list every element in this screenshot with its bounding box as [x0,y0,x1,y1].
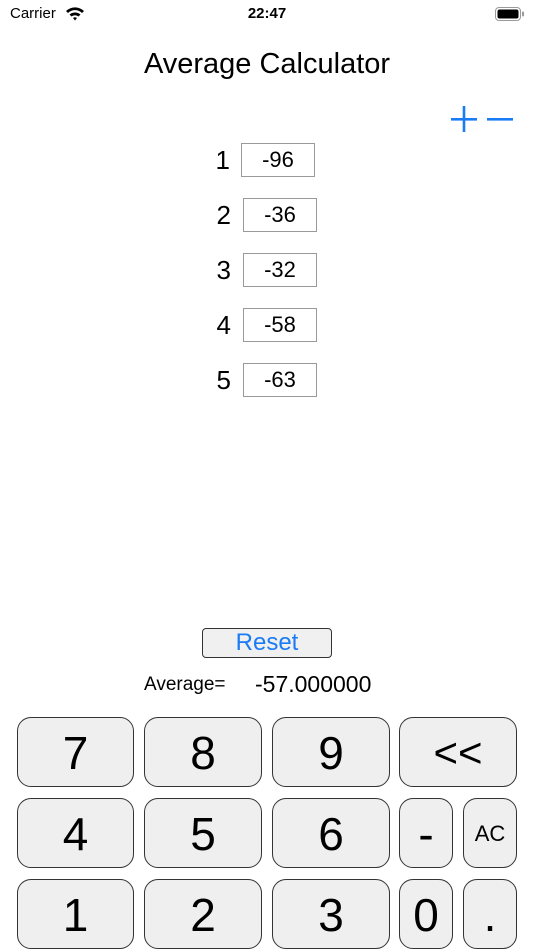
status-bar: Carrier 22:47 [0,0,534,28]
key-4[interactable]: 4 [17,798,134,868]
entry-index: 2 [216,200,231,230]
entry-index: 1 [215,145,230,175]
entry-row: 5 -63 [0,363,534,399]
entry-row: 4 -58 [0,308,534,344]
add-entry-button[interactable] [449,102,479,136]
decimal-point-key[interactable]: . [463,879,517,949]
minus-icon [487,118,513,121]
battery-icon [495,7,525,26]
minus-sign-key[interactable]: - [399,798,453,868]
entry-value-field[interactable]: -96 [241,143,315,177]
all-clear-button[interactable]: AC [463,798,517,868]
entry-value-field[interactable]: -32 [243,253,317,287]
entry-index: 3 [216,255,231,285]
entry-row: 3 -32 [0,253,534,289]
entry-index: 5 [216,365,231,395]
entry-row: 2 -36 [0,198,534,234]
average-label: Average= [144,674,226,695]
key-3[interactable]: 3 [272,879,390,949]
key-9[interactable]: 9 [272,717,390,787]
average-value: -57.000000 [255,671,372,697]
key-0[interactable]: 0 [399,879,453,949]
key-5[interactable]: 5 [144,798,262,868]
key-1[interactable]: 1 [17,879,134,949]
entry-index: 4 [216,310,231,340]
key-7[interactable]: 7 [17,717,134,787]
key-2[interactable]: 2 [144,879,262,949]
key-6[interactable]: 6 [272,798,390,868]
page-title: Average Calculator [143,48,391,80]
entry-value-field[interactable]: -36 [243,198,317,232]
clock: 22:47 [247,5,287,22]
reset-button[interactable]: Reset [202,628,332,658]
backspace-button[interactable]: << [399,717,517,787]
entry-value-field[interactable]: -63 [243,363,317,397]
entry-row: 1 -96 [0,143,534,179]
plus-icon [451,106,477,132]
remove-entry-button[interactable] [485,102,515,136]
entry-value-field[interactable]: -58 [243,308,317,342]
key-8[interactable]: 8 [144,717,262,787]
